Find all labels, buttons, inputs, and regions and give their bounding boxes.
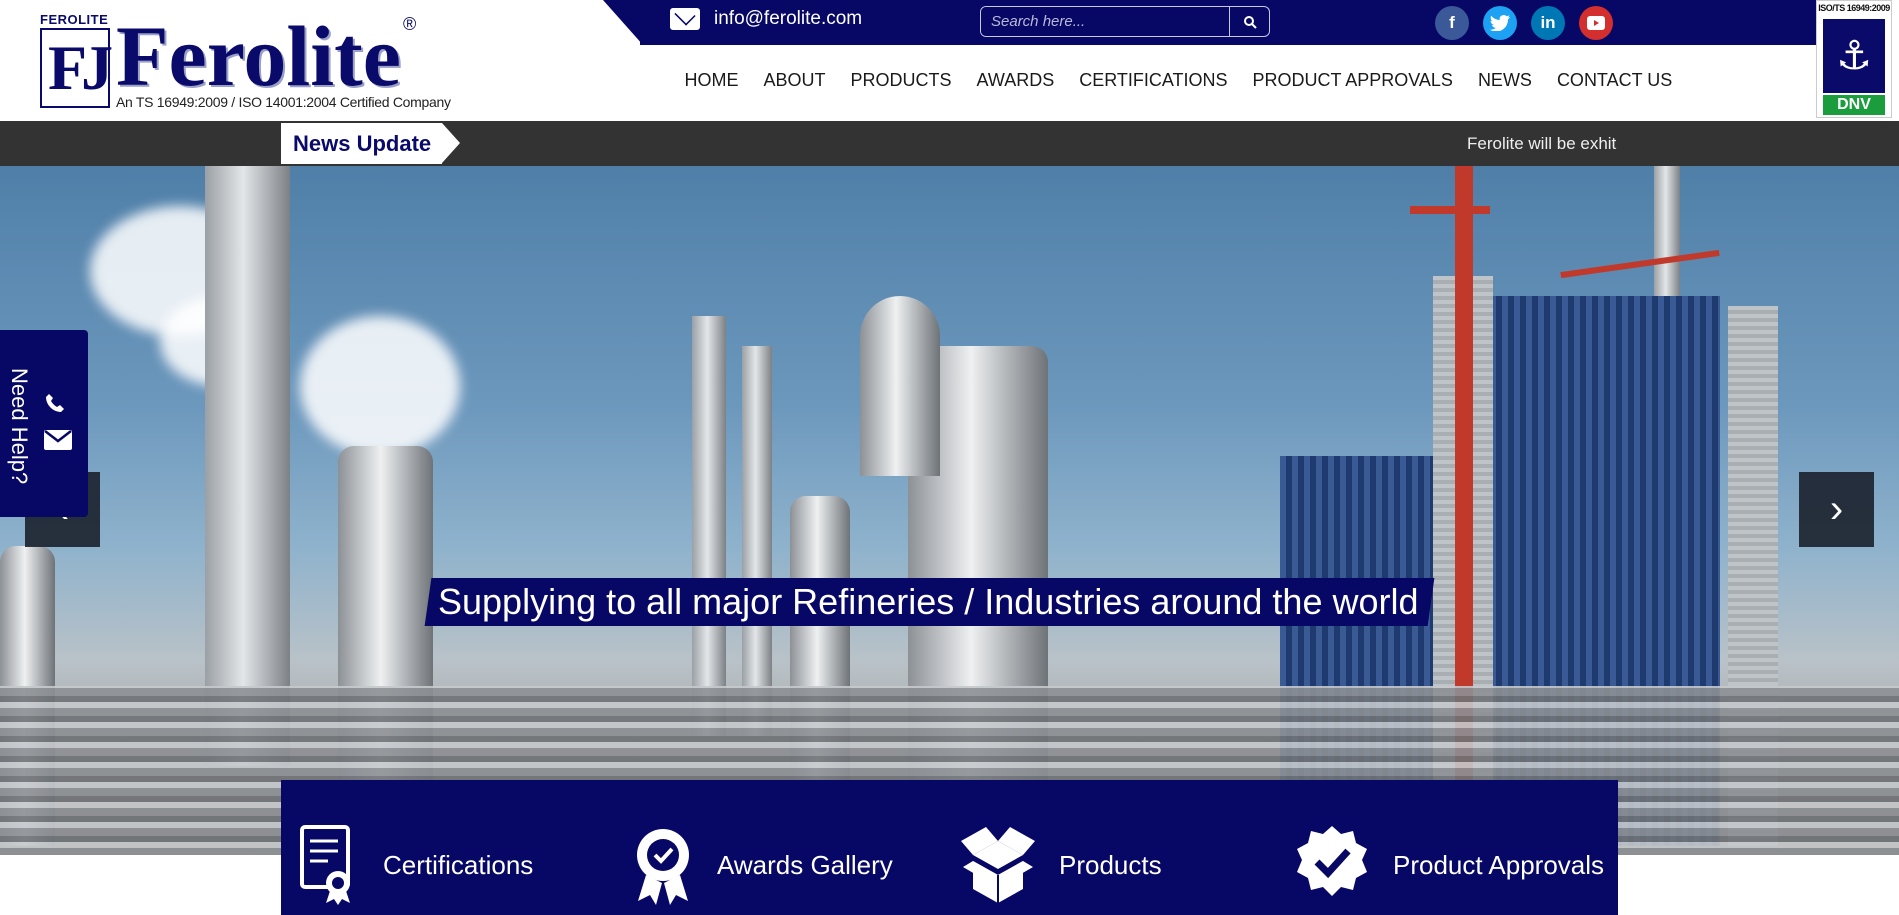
logo-mark: FJ bbox=[40, 28, 113, 108]
email-link[interactable]: info@ferolite.com bbox=[670, 8, 862, 30]
smoke-cloud bbox=[300, 316, 460, 456]
award-ribbon-icon bbox=[631, 827, 695, 905]
nav-products[interactable]: PRODUCTS bbox=[838, 70, 964, 91]
chevron-right-icon: › bbox=[1829, 487, 1844, 531]
hero-caption-text: Supplying to all major Refineries / Indu… bbox=[438, 581, 1419, 622]
nav-product-approvals[interactable]: PRODUCT APPROVALS bbox=[1240, 70, 1465, 91]
hero-caption: Supplying to all major Refineries / Indu… bbox=[424, 578, 1434, 626]
site-header: FEROLITE FJ Ferolite ® An TS 16949:2009 … bbox=[0, 0, 1899, 121]
approval-check-icon bbox=[1293, 826, 1371, 903]
page: FEROLITE FJ Ferolite ® An TS 16949:2009 … bbox=[0, 0, 1899, 915]
logo-tagline: An TS 16949:2009 / ISO 14001:2004 Certif… bbox=[116, 94, 451, 110]
search-icon bbox=[1243, 15, 1257, 29]
twitter-icon[interactable] bbox=[1483, 6, 1517, 40]
envelope-icon[interactable] bbox=[44, 430, 72, 450]
linkedin-icon[interactable]: in bbox=[1531, 6, 1565, 40]
youtube-icon[interactable] bbox=[1579, 6, 1613, 40]
quick-link-certifications[interactable]: Certifications bbox=[297, 825, 533, 905]
quick-link-label: Awards Gallery bbox=[717, 849, 893, 880]
social-links: f in bbox=[1435, 6, 1613, 40]
news-bar: News Update Ferolite will be exhit bbox=[0, 121, 1899, 166]
certificate-icon bbox=[297, 825, 361, 905]
search-input[interactable] bbox=[981, 7, 1229, 36]
chimney bbox=[742, 346, 772, 736]
storage-tank bbox=[860, 296, 940, 476]
ferolite-logo[interactable]: FEROLITE FJ Ferolite ® An TS 16949:2009 … bbox=[38, 8, 451, 112]
need-help-label: Need Help? bbox=[7, 368, 32, 485]
facebook-icon[interactable]: f bbox=[1435, 6, 1469, 40]
quick-link-label: Products bbox=[1059, 849, 1162, 880]
cert-badge-title: ISO/TS 16949:2009 bbox=[1818, 3, 1890, 13]
certification-badge[interactable]: ISO/TS 16949:2009 ⚓ DNV bbox=[1816, 0, 1892, 118]
nav-contact-us[interactable]: CONTACT US bbox=[1544, 70, 1684, 91]
chimney bbox=[692, 316, 726, 736]
crane bbox=[1410, 206, 1490, 214]
anchor-logo-icon: ⚓ bbox=[1823, 19, 1885, 93]
quick-link-awards-gallery[interactable]: Awards Gallery bbox=[631, 825, 893, 905]
cert-badge-dnv: DNV bbox=[1823, 95, 1885, 115]
hero-slider bbox=[0, 166, 1899, 855]
quick-link-label: Product Approvals bbox=[1393, 849, 1605, 880]
logo-registered-mark: ® bbox=[403, 14, 417, 34]
envelope-icon bbox=[670, 8, 700, 30]
nav-news[interactable]: NEWS bbox=[1465, 70, 1544, 91]
logo-wordmark: Ferolite bbox=[116, 8, 401, 104]
crane bbox=[1560, 249, 1720, 279]
quick-links-bar: Certifications Awards Gallery Products P… bbox=[281, 780, 1618, 915]
main-nav: HOME ABOUT PRODUCTS AWARDS CERTIFICATION… bbox=[672, 70, 1685, 91]
search-box bbox=[980, 6, 1270, 37]
logo-mark-text: FJ bbox=[48, 32, 113, 103]
nav-awards[interactable]: AWARDS bbox=[964, 70, 1067, 91]
need-help-widget[interactable]: Need Help? bbox=[0, 330, 88, 517]
nav-about[interactable]: ABOUT bbox=[751, 70, 838, 91]
quick-link-products[interactable]: Products bbox=[959, 825, 1162, 905]
quick-link-label: Certifications bbox=[383, 849, 534, 880]
chimney bbox=[205, 166, 290, 766]
logo-small-text: FEROLITE bbox=[40, 12, 109, 27]
nav-certifications[interactable]: CERTIFICATIONS bbox=[1067, 70, 1240, 91]
quick-link-product-approvals[interactable]: Product Approvals bbox=[1293, 825, 1604, 905]
news-update-label: News Update bbox=[281, 123, 460, 164]
open-box-icon bbox=[959, 827, 1037, 903]
news-ticker[interactable]: Ferolite will be exhit bbox=[1467, 121, 1618, 166]
slider-next-button[interactable]: › bbox=[1799, 472, 1874, 547]
nav-home[interactable]: HOME bbox=[672, 70, 751, 91]
topbar-slant bbox=[603, 0, 643, 45]
search-button[interactable] bbox=[1229, 7, 1269, 36]
email-text: info@ferolite.com bbox=[714, 8, 863, 29]
phone-icon[interactable] bbox=[44, 392, 66, 420]
